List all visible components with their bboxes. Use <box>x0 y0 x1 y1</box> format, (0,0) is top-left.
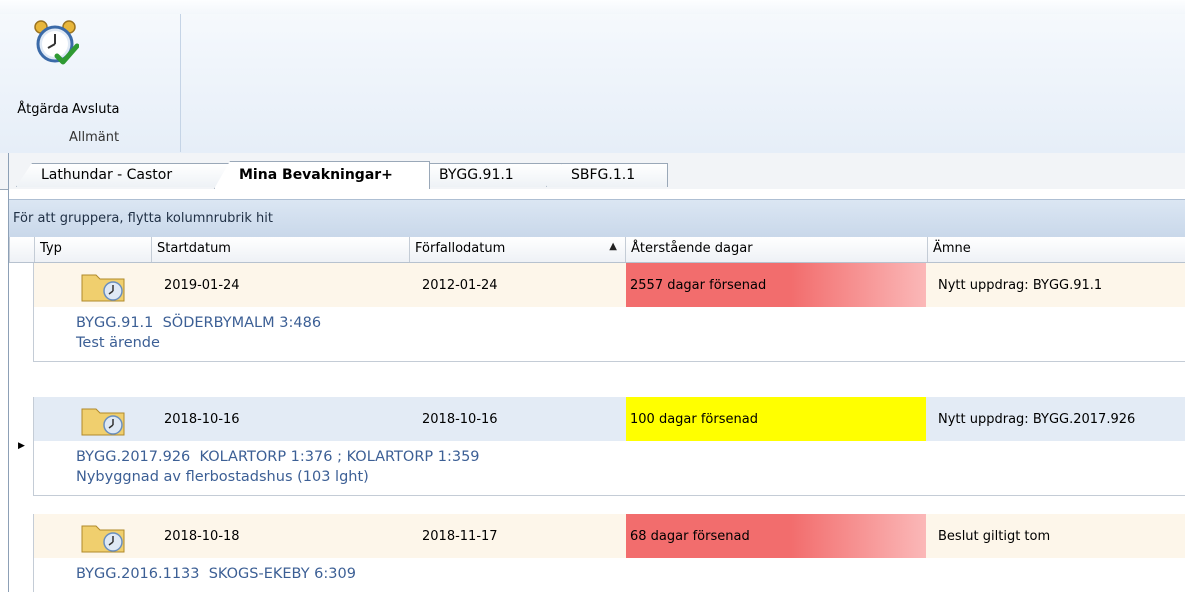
remaining-days-cell: 2557 dagar försenad <box>626 263 926 307</box>
tab-mina-bevakningar[interactable]: Mina Bevakningar+ <box>214 161 430 189</box>
preview-case-line: BYGG.2017.926 KOLARTORP 1:376 ; KOLARTOR… <box>76 449 480 465</box>
folder-clock-icon <box>81 525 125 553</box>
table-row-data[interactable]: 2018-10-16 2018-10-16 100 dagar försenad… <box>34 397 1185 442</box>
column-header-forfallodatum[interactable]: Förfallodatum ▲ <box>409 237 625 262</box>
table-row[interactable]: ▶ 2018-10-16 2018-10-16 100 dagar försen… <box>9 397 1185 496</box>
column-header-startdatum[interactable]: Startdatum <box>151 237 409 262</box>
table-row[interactable]: 2018-10-18 2018-11-17 68 dagar försenad … <box>9 514 1185 592</box>
start-date-cell: 2018-10-16 <box>164 412 240 427</box>
grid-header: Typ Startdatum Förfallodatum ▲ Återståen… <box>9 237 1185 263</box>
row-indicator[interactable]: ▶ <box>9 397 34 496</box>
alarm-clock-icon <box>34 20 79 65</box>
due-date-cell: 2018-11-17 <box>422 529 498 544</box>
group-by-panel[interactable]: För att gruppera, flytta kolumnrubrik hi… <box>9 199 1185 238</box>
subject-cell: Nytt uppdrag: BYGG.2017.926 <box>938 412 1136 427</box>
atgarda-button[interactable]: Åtgärda <box>8 14 80 122</box>
ribbon: Åtgärda Avsluta Allmänt <box>0 0 1185 154</box>
preview-description-line: Test ärende <box>76 335 160 351</box>
start-date-cell: 2019-01-24 <box>164 278 240 293</box>
row-preview: BYGG.91.1 SÖDERBYMALM 3:486 Test ärende <box>34 307 1185 362</box>
folder-clock-icon <box>81 408 125 436</box>
table-row[interactable]: 2019-01-24 2012-01-24 2557 dagar försena… <box>9 263 1185 362</box>
table-row-data[interactable]: 2019-01-24 2012-01-24 2557 dagar försena… <box>34 263 1185 308</box>
tab-lathundar-castor[interactable]: Lathundar - Castor <box>16 163 232 187</box>
quick-access-strip <box>0 0 1185 14</box>
subject-cell: Beslut giltigt tom <box>938 529 1051 544</box>
group-by-hint: För att gruppera, flytta kolumnrubrik hi… <box>13 211 273 226</box>
avsluta-button[interactable]: Avsluta <box>72 102 136 117</box>
subject-cell: Nytt uppdrag: BYGG.91.1 <box>938 278 1103 293</box>
due-date-cell: 2018-10-16 <box>422 412 498 427</box>
preview-case-line: BYGG.2016.1133 SKOGS-EKEBY 6:309 <box>76 566 356 582</box>
row-indicator[interactable] <box>9 263 34 362</box>
column-header-amne[interactable]: Ämne <box>927 237 1185 262</box>
ribbon-group-label: Allmänt <box>68 130 120 145</box>
atgarda-label: Åtgärda <box>17 102 69 117</box>
remaining-days-cell: 68 dagar försenad <box>626 514 926 558</box>
start-date-cell: 2018-10-18 <box>164 529 240 544</box>
due-date-cell: 2012-01-24 <box>422 278 498 293</box>
column-header-forfallodatum-label: Förfallodatum <box>415 241 506 256</box>
sort-ascending-icon: ▲ <box>609 241 617 252</box>
remaining-days-cell: 100 dagar försenad <box>626 397 926 441</box>
column-header-typ[interactable]: Typ <box>34 237 151 262</box>
tab-strip-border <box>8 153 9 189</box>
table-row-data[interactable]: 2018-10-18 2018-11-17 68 dagar försenad … <box>34 514 1185 559</box>
ribbon-group-allmant: Åtgärda Avsluta Allmänt <box>8 14 181 152</box>
tab-bygg-91-1[interactable]: BYGG.91.1 <box>414 163 562 187</box>
preview-description-line: Nybyggnad av flerbostadshus (103 lght) <box>76 469 369 485</box>
row-indicator[interactable] <box>9 514 34 592</box>
row-preview: BYGG.2017.926 KOLARTORP 1:376 ; KOLARTOR… <box>34 441 1185 496</box>
folder-clock-icon <box>81 274 125 302</box>
preview-case-line: BYGG.91.1 SÖDERBYMALM 3:486 <box>76 315 322 331</box>
tab-sbfg-1-1[interactable]: SBFG.1.1 <box>546 163 668 187</box>
data-grid: För att gruppera, flytta kolumnrubrik hi… <box>8 189 1185 592</box>
row-indicator-header <box>9 237 34 262</box>
tab-strip: Lathundar - Castor Mina Bevakningar+ BYG… <box>0 153 1185 190</box>
row-preview: BYGG.2016.1133 SKOGS-EKEBY 6:309 <box>34 558 1185 592</box>
current-row-arrow-icon: ▶ <box>18 441 25 451</box>
column-header-aterstaende-dagar[interactable]: Återstående dagar <box>625 237 927 262</box>
